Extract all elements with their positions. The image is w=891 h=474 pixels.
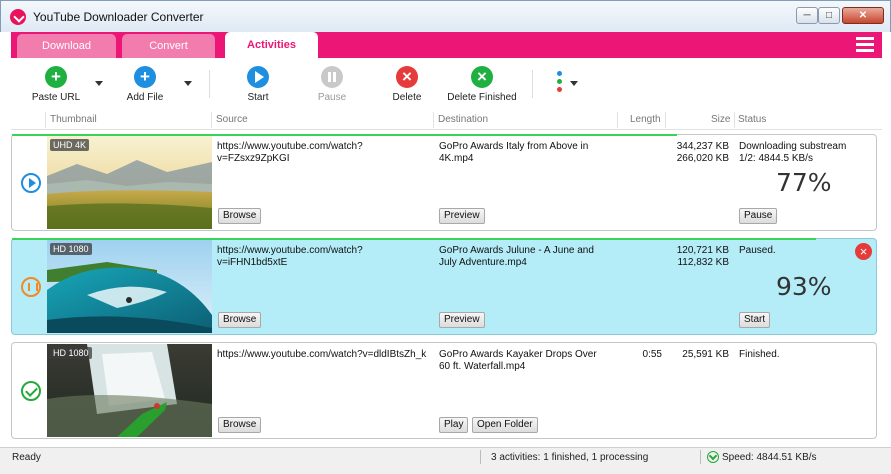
video-thumbnail: HD 1080: [47, 240, 212, 333]
destination-file: GoPro Awards Italy from Above in 4K.mp4: [439, 141, 589, 164]
open-folder-button[interactable]: Open Folder: [472, 417, 538, 433]
col-destination[interactable]: Destination: [438, 114, 488, 125]
maximize-button[interactable]: □: [818, 7, 840, 24]
add-file-label: Add File: [126, 92, 164, 103]
size-total: 25,591 KB: [682, 349, 729, 360]
column-header: Thumbnail Source Destination Length Size…: [11, 110, 882, 130]
delete-button[interactable]: × Delete: [390, 66, 424, 103]
activity-summary: 3 activities: 1 finished, 1 processing: [491, 452, 649, 463]
download-arrow-icon: [707, 451, 719, 463]
browse-button[interactable]: Browse: [218, 208, 262, 224]
title-bar: YouTube Downloader Converter ─ □ ✕: [0, 0, 891, 32]
more-icon[interactable]: [557, 71, 563, 95]
video-thumbnail: UHD 4K: [47, 136, 212, 229]
activity-row-selected[interactable]: HD 1080 https://www.youtube.com/watch?v=…: [11, 238, 877, 335]
destination-file: GoPro Awards Kayaker Drops Over 60 ft. W…: [439, 349, 597, 372]
paste-url-label: Paste URL: [31, 92, 81, 103]
size-downloaded: 112,832 KB: [677, 257, 729, 268]
play-icon[interactable]: [21, 173, 41, 193]
paste-url-button[interactable]: + Paste URL: [31, 66, 81, 103]
activity-row[interactable]: UHD 4K https://www.youtube.com/watch?v=F…: [11, 134, 877, 231]
percent-text: 77%: [776, 168, 832, 197]
tab-activities[interactable]: Activities: [225, 32, 318, 58]
col-status[interactable]: Status: [738, 114, 766, 125]
window-title: YouTube Downloader Converter: [33, 10, 204, 24]
delete-finished-label: Delete Finished: [447, 92, 517, 103]
source-url: https://www.youtube.com/watch?v=dldIBtsZ…: [217, 349, 427, 360]
paste-url-dropdown-icon[interactable]: [95, 81, 103, 86]
col-thumbnail[interactable]: Thumbnail: [50, 114, 97, 125]
col-length[interactable]: Length: [630, 114, 661, 125]
source-url: https://www.youtube.com/watch?v=FZsxz9Zp…: [217, 141, 363, 164]
play-icon: [247, 66, 269, 88]
plus-icon: +: [45, 66, 67, 88]
start-button[interactable]: Start: [243, 66, 273, 103]
close-window-button[interactable]: ✕: [842, 7, 884, 24]
tab-download[interactable]: Download: [17, 34, 116, 58]
pause-icon[interactable]: [21, 277, 41, 297]
pause-icon: [321, 66, 343, 88]
speed-text: Speed: 4844.51 KB/s: [722, 452, 817, 463]
length-value: 0:55: [642, 349, 662, 360]
browse-button[interactable]: Browse: [218, 312, 262, 328]
play-button[interactable]: Play: [439, 417, 469, 433]
app-logo-icon: [10, 9, 26, 25]
close-icon: ×: [396, 66, 418, 88]
status-text: Paused.: [739, 245, 776, 256]
plus-icon: +: [134, 66, 156, 88]
check-icon: ×: [471, 66, 493, 88]
toolbar: + Paste URL + Add File Start Pause × Del…: [11, 58, 882, 110]
preview-button[interactable]: Preview: [439, 208, 485, 224]
ready-text: Ready: [12, 452, 41, 463]
status-text: Downloading substream 1/2: 4844.5 KB/s: [739, 141, 847, 164]
start-row-button[interactable]: Start: [739, 312, 771, 328]
quality-badge: HD 1080: [50, 243, 92, 255]
size-total: 344,237 KB: [676, 141, 729, 152]
browse-button[interactable]: Browse: [218, 417, 262, 433]
delete-finished-button[interactable]: × Delete Finished: [447, 66, 517, 103]
menu-icon[interactable]: [856, 37, 874, 52]
destination-file: GoPro Awards Julune - A June and July Ad…: [439, 245, 594, 268]
close-icon[interactable]: ×: [855, 243, 872, 260]
size-downloaded: 266,020 KB: [676, 153, 729, 164]
check-icon: [21, 381, 41, 401]
toolbar-divider: [532, 70, 533, 98]
pause-row-button[interactable]: Pause: [739, 208, 778, 224]
toolbar-divider: [209, 70, 210, 98]
status-text: Finished.: [739, 349, 780, 360]
pause-label: Pause: [317, 92, 347, 103]
quality-badge: UHD 4K: [50, 139, 90, 151]
quality-badge: HD 1080: [50, 347, 92, 359]
minimize-button[interactable]: ─: [796, 7, 818, 24]
add-file-button[interactable]: + Add File: [122, 66, 168, 103]
delete-label: Delete: [392, 92, 422, 103]
start-label: Start: [247, 92, 269, 103]
col-size[interactable]: Size: [711, 114, 730, 125]
status-bar: Ready 3 activities: 1 finished, 1 proces…: [0, 447, 891, 474]
size-total: 120,721 KB: [676, 245, 729, 256]
activity-row[interactable]: HD 1080 https://www.youtube.com/watch?v=…: [11, 342, 877, 439]
col-source[interactable]: Source: [216, 114, 248, 125]
add-file-dropdown-icon[interactable]: [184, 81, 192, 86]
more-dropdown-icon[interactable]: [570, 81, 578, 86]
tab-convert[interactable]: Convert: [122, 34, 215, 58]
source-url: https://www.youtube.com/watch?v=iFHN1bd5…: [217, 245, 363, 268]
percent-text: 93%: [776, 272, 832, 301]
pause-button[interactable]: Pause: [317, 66, 347, 103]
tab-strip: Download Convert Activities: [11, 32, 882, 58]
preview-button[interactable]: Preview: [439, 312, 485, 328]
video-thumbnail: HD 1080: [47, 344, 212, 437]
